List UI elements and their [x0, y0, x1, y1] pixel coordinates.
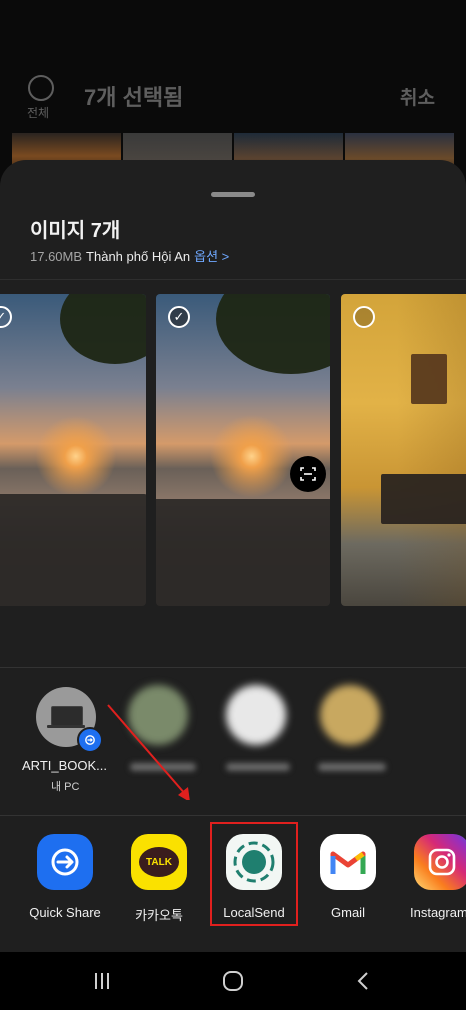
- photo-preview[interactable]: ✓: [156, 294, 330, 606]
- localsend-icon[interactable]: [226, 834, 282, 890]
- contact-label-blurred: [318, 763, 386, 771]
- select-all-checkbox[interactable]: [28, 75, 54, 101]
- instagram-icon[interactable]: [414, 834, 466, 890]
- app-label: LocalSend: [223, 905, 285, 920]
- home-icon[interactable]: [218, 966, 248, 996]
- divider: [0, 815, 466, 816]
- photo-carousel[interactable]: ✓ ✓: [0, 294, 466, 606]
- app-label: Gmail: [331, 905, 365, 920]
- share-meta: 17.60MB Thành phố Hội An 옵션 >: [30, 246, 229, 265]
- contact-label-blurred: [226, 763, 290, 771]
- photo-unchecked-icon[interactable]: [353, 306, 375, 328]
- recent-apps-icon[interactable]: [87, 966, 117, 996]
- selected-count: 7개 선택됨: [84, 85, 184, 110]
- divider: [0, 279, 466, 280]
- cancel-button[interactable]: 취소: [400, 83, 435, 110]
- options-link[interactable]: 옵션 >: [194, 249, 229, 264]
- kakaotalk-icon[interactable]: TALK: [131, 834, 187, 890]
- quick-share-icon[interactable]: [37, 834, 93, 890]
- contact-avatar[interactable]: [226, 685, 286, 745]
- photo-preview[interactable]: ✓: [0, 294, 146, 606]
- tree-shape: [216, 294, 330, 374]
- device-name: ARTI_BOOK...: [22, 758, 108, 773]
- back-icon[interactable]: [348, 966, 378, 996]
- photo-check-icon[interactable]: ✓: [0, 306, 12, 328]
- app-label: 카카오톡: [135, 908, 183, 923]
- app-label: Instagram: [410, 905, 466, 920]
- share-title: 이미지 7개: [30, 220, 121, 242]
- drag-handle[interactable]: [211, 192, 255, 197]
- contact-avatar[interactable]: [128, 685, 188, 745]
- device-subtitle: 내 PC: [51, 781, 80, 793]
- contact-label-blurred: [130, 763, 196, 771]
- tree-shape: [60, 294, 146, 364]
- text-extract-icon[interactable]: [290, 456, 326, 492]
- doorway-shape: [381, 474, 466, 524]
- contact-avatar[interactable]: [320, 685, 380, 745]
- divider: [0, 667, 466, 668]
- location-label: Thành phố Hội An: [86, 249, 191, 264]
- quick-share-badge-icon: [77, 727, 103, 753]
- photo-check-icon[interactable]: ✓: [168, 306, 190, 328]
- file-size: 17.60MB: [30, 249, 83, 264]
- ground-shape: [0, 494, 146, 606]
- window-shape: [411, 354, 447, 404]
- app-label: Quick Share: [29, 905, 101, 920]
- photo-preview[interactable]: [341, 294, 466, 606]
- ground-shape: [156, 499, 330, 606]
- select-all-label: 전체: [27, 106, 50, 120]
- gmail-icon[interactable]: [320, 834, 376, 890]
